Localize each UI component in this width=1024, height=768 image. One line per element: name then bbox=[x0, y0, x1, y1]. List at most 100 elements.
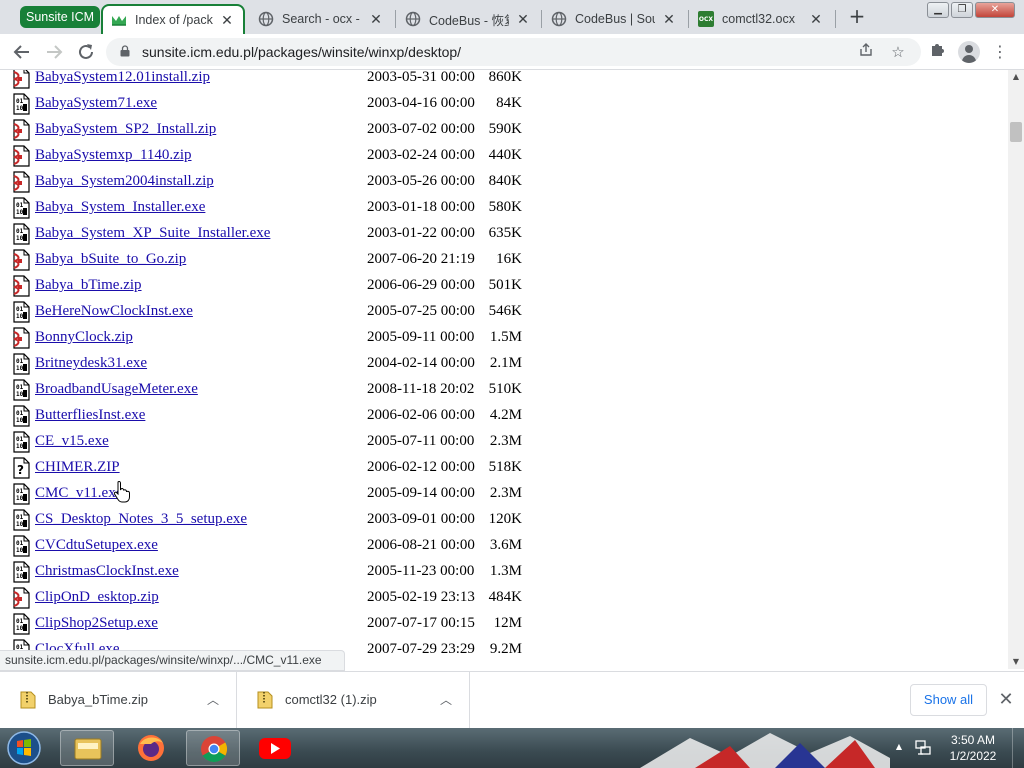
file-link[interactable]: Babya_bTime.zip bbox=[35, 277, 142, 294]
taskbar-firefox[interactable] bbox=[124, 730, 178, 766]
file-link[interactable]: CHIMER.ZIP bbox=[35, 459, 120, 476]
menu-kebab-icon[interactable]: ⋮ bbox=[988, 40, 1012, 64]
address-bar[interactable]: sunsite.icm.edu.pl/packages/winsite/winx… bbox=[106, 38, 921, 66]
tab-close-icon[interactable]: ✕ bbox=[808, 11, 824, 27]
file-row: 01 10 Babya_System_Installer.exe 2003-01-18… bbox=[0, 195, 1008, 221]
file-link[interactable]: BroadbandUsageMeter.exe bbox=[35, 381, 198, 398]
taskbar-file-explorer[interactable] bbox=[60, 730, 114, 766]
compressed-file-icon[interactable] bbox=[11, 70, 31, 89]
svg-text:10: 10 bbox=[16, 391, 24, 398]
chevron-up-icon[interactable]: ︿ bbox=[203, 690, 223, 710]
lock-icon[interactable] bbox=[120, 45, 130, 57]
chevron-up-icon[interactable]: ︿ bbox=[436, 690, 456, 710]
new-tab-button[interactable]: + bbox=[846, 6, 868, 28]
show-desktop-button[interactable] bbox=[1012, 728, 1024, 768]
tab-codebus-2[interactable]: CodeBus | Sour ✕ bbox=[543, 4, 685, 34]
file-link[interactable]: Britneydesk31.exe bbox=[35, 355, 147, 372]
scroll-thumb[interactable] bbox=[1010, 122, 1022, 142]
windows-start-icon[interactable] bbox=[4, 730, 44, 766]
binary-file-icon[interactable]: 0110 bbox=[11, 405, 31, 427]
file-row: BabyaSystemxp_1140.zip 2003-02-24 00:00 44… bbox=[0, 143, 1008, 169]
file-link[interactable]: ButterfliesInst.exe bbox=[35, 407, 145, 424]
file-link[interactable]: CS_Desktop_Notes_3_5_setup.exe bbox=[35, 511, 247, 528]
binary-file-icon[interactable]: 0110 bbox=[11, 535, 31, 557]
file-link[interactable]: BabyaSystemxp_1140.zip bbox=[35, 147, 192, 164]
binary-file-icon[interactable]: 0110 bbox=[11, 483, 31, 505]
compressed-file-icon[interactable] bbox=[11, 587, 31, 609]
binary-file-icon[interactable]: 0110 bbox=[11, 509, 31, 531]
taskbar-chrome[interactable] bbox=[186, 730, 240, 766]
file-link[interactable]: BonnyClock.zip bbox=[35, 329, 133, 346]
file-date: 2007-07-17 00:15 bbox=[367, 615, 475, 631]
tray-overflow-icon[interactable]: ▲ bbox=[894, 740, 904, 754]
binary-file-icon[interactable]: 0110 bbox=[11, 353, 31, 375]
close-shelf-icon[interactable]: ✕ bbox=[994, 688, 1018, 712]
back-button[interactable] bbox=[10, 40, 34, 64]
file-link[interactable]: ClipOnD_esktop.zip bbox=[35, 589, 159, 606]
download-item[interactable]: Babya_bTime.zip ︿ bbox=[0, 672, 237, 728]
compressed-file-icon[interactable] bbox=[11, 275, 31, 297]
compressed-file-icon[interactable] bbox=[11, 327, 31, 349]
tab-index-of-packages[interactable]: Index of /packa ✕ bbox=[101, 4, 245, 34]
binary-file-icon[interactable]: 0110 bbox=[11, 379, 31, 401]
file-link[interactable]: Babya_System_XP_Suite_Installer.exe bbox=[35, 225, 270, 242]
tab-search-ocx[interactable]: Search - ocx - ✕ bbox=[250, 4, 392, 34]
file-link[interactable]: CE_v15.exe bbox=[35, 433, 109, 450]
file-link[interactable]: CMC_v11.exe bbox=[35, 485, 122, 502]
file-size: 518K bbox=[488, 459, 522, 475]
binary-file-icon[interactable]: 0110 bbox=[11, 197, 31, 219]
close-window-button[interactable]: ✕ bbox=[975, 2, 1015, 18]
file-date: 2005-02-19 23:13 bbox=[367, 589, 475, 605]
bookmark-star-icon[interactable]: ☆ bbox=[888, 42, 908, 62]
binary-file-icon[interactable]: 0110 bbox=[11, 431, 31, 453]
binary-file-icon[interactable]: 0110 bbox=[11, 613, 31, 635]
compressed-file-icon[interactable] bbox=[11, 171, 31, 193]
minimize-button[interactable]: ▁ bbox=[927, 2, 949, 18]
tab-close-icon[interactable]: ✕ bbox=[661, 11, 677, 27]
tab-group-label[interactable]: Sunsite ICM bbox=[20, 6, 101, 28]
profile-avatar[interactable] bbox=[958, 41, 980, 63]
binary-file-icon[interactable]: 0110 bbox=[11, 223, 31, 245]
binary-file-icon[interactable]: 0110 bbox=[11, 93, 31, 115]
file-link[interactable]: CVCdtuSetupex.exe bbox=[35, 537, 158, 554]
unknown-file-icon[interactable]: ? bbox=[11, 457, 31, 479]
restore-button[interactable]: ❐ bbox=[951, 2, 973, 18]
share-icon[interactable] bbox=[856, 42, 876, 62]
file-link[interactable]: Babya_bSuite_to_Go.zip bbox=[35, 251, 186, 268]
taskbar-youtube[interactable] bbox=[248, 730, 302, 766]
compressed-file-icon[interactable] bbox=[11, 249, 31, 271]
file-link[interactable]: Babya_System_Installer.exe bbox=[35, 199, 205, 216]
file-link[interactable]: BabyaSystem12.01install.zip bbox=[35, 70, 210, 86]
tab-title: Index of /packa bbox=[135, 13, 213, 27]
binary-file-icon[interactable]: 0110 bbox=[11, 561, 31, 583]
forward-button[interactable] bbox=[42, 40, 66, 64]
compressed-file-icon[interactable] bbox=[11, 119, 31, 141]
network-icon[interactable] bbox=[914, 739, 932, 757]
download-item[interactable]: comctl32 (1).zip ︿ bbox=[237, 672, 470, 728]
binary-file-icon[interactable]: 0110 bbox=[11, 301, 31, 323]
file-link[interactable]: BabyaSystem_SP2_Install.zip bbox=[35, 121, 216, 138]
tab-close-icon[interactable]: ✕ bbox=[219, 12, 235, 28]
file-date: 2003-07-02 00:00 bbox=[367, 121, 475, 137]
tab-close-icon[interactable]: ✕ bbox=[368, 11, 384, 27]
file-link[interactable]: BabyaSystem71.exe bbox=[35, 95, 157, 112]
show-all-button[interactable]: Show all bbox=[910, 684, 987, 716]
wallpaper-graphic bbox=[640, 733, 890, 768]
file-link[interactable]: BeHereNowClockInst.exe bbox=[35, 303, 193, 320]
tab-comctl32-ocx[interactable]: OCX comctl32.ocx ✕ bbox=[690, 4, 832, 34]
reload-button[interactable] bbox=[74, 40, 98, 64]
extensions-puzzle-icon[interactable] bbox=[926, 40, 950, 64]
file-link[interactable]: ChristmasClockInst.exe bbox=[35, 563, 179, 580]
tab-close-icon[interactable]: ✕ bbox=[515, 11, 531, 27]
scroll-up-arrow[interactable]: ▲ bbox=[1008, 70, 1024, 84]
tab-title: comctl32.ocx bbox=[722, 12, 795, 26]
file-size: 1.5M bbox=[489, 329, 522, 345]
vertical-scrollbar[interactable]: ▲ ▼ bbox=[1008, 70, 1024, 669]
tab-codebus-1[interactable]: CodeBus - 恢复 ✕ bbox=[397, 4, 539, 34]
scroll-down-arrow[interactable]: ▼ bbox=[1008, 655, 1024, 669]
file-size: 2.3M bbox=[489, 485, 522, 501]
file-link[interactable]: Babya_System2004install.zip bbox=[35, 173, 214, 190]
compressed-file-icon[interactable] bbox=[11, 145, 31, 167]
file-link[interactable]: ClipShop2Setup.exe bbox=[35, 615, 158, 632]
system-clock[interactable]: 3:50 AM 1/2/2022 bbox=[938, 732, 1008, 764]
